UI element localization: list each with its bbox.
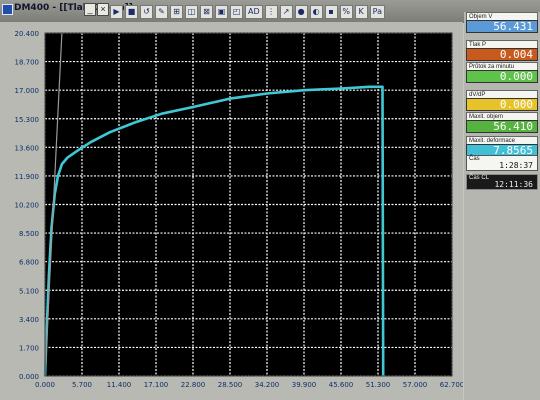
y-tick-label: 11.900 [15, 173, 40, 181]
x-tick-label: 34.200 [255, 381, 280, 389]
x-tick-label: 45.600 [329, 381, 354, 389]
x-tick-label: 28.500 [218, 381, 243, 389]
pressure-volume-chart: 0.000 1.700 3.400 5.100 6.800 8.500 10.200 11.9… [15, 30, 464, 389]
y-tick-label: 0.000 [19, 373, 39, 381]
toolbar-button-15[interactable]: % [339, 4, 353, 19]
readout-label: Maxit. deformace [466, 136, 538, 144]
toolbar-button-7[interactable]: ▣ [215, 4, 228, 19]
readout-value: 0.004 [466, 48, 538, 61]
readout-5: Maxit. deformace 7.8565 [466, 136, 538, 157]
time-box-1: Čas CL 12:11:36 [466, 174, 538, 190]
time-label: Čas [469, 156, 480, 162]
x-tick-label: 22.800 [181, 381, 206, 389]
y-tick-label: 10.200 [15, 202, 40, 210]
toolbar-button-4[interactable]: ⊞ [170, 4, 183, 19]
time-label: Čas CL [469, 175, 490, 181]
window-titlebar: DM400 - [[Tlak/Objem]] _ × ▶ ■ ↺ ✎ ⊞ ◫ ⊠ ▣ ◰ AD ⋮ ↗… [0, 0, 540, 23]
toolbar-button-6[interactable]: ⊠ [200, 4, 213, 19]
readout-panel: Objem V 56.431 Tlak P 0.004 Průtok za minutu… [464, 12, 540, 400]
toolbar-button-2[interactable]: ↺ [140, 4, 153, 19]
x-tick-label: 62.700 [440, 381, 463, 389]
x-tick-label: 5.700 [72, 381, 92, 389]
x-tick-label: 11.400 [107, 381, 132, 389]
readout-3: dV/dP 0.000 [466, 90, 538, 111]
y-tick-label: 15.300 [15, 116, 40, 124]
readout-1: Tlak P 0.004 [466, 40, 538, 61]
toolbar-button-0[interactable]: ▶ [110, 4, 123, 19]
y-tick-label: 5.100 [19, 287, 39, 295]
time-value: 1:28:37 [499, 161, 533, 170]
x-tick-label: 0.000 [35, 381, 55, 389]
minimize-button[interactable]: _ [84, 3, 96, 16]
chart-area: 0.000 1.700 3.400 5.100 6.800 8.500 10.200 11.9… [0, 22, 463, 400]
y-tick-label: 3.400 [19, 316, 39, 324]
readout-value: 56.410 [466, 120, 538, 133]
y-tick-label: 18.700 [15, 59, 40, 67]
close-button[interactable]: × [97, 3, 109, 16]
readout-value: 0.000 [466, 98, 538, 111]
y-tick-label: 17.000 [15, 87, 40, 95]
readout-label: dV/dP [466, 90, 538, 98]
readout-0: Objem V 56.431 [466, 12, 538, 33]
readout-4: Maxit. objem 56.410 [466, 112, 538, 133]
x-tick-label: 39.900 [292, 381, 317, 389]
y-tick-label: 20.400 [15, 30, 40, 38]
toolbar-button-12[interactable]: ● [294, 4, 308, 19]
y-tick-label: 13.600 [15, 144, 40, 152]
toolbar-button-3[interactable]: ✎ [155, 4, 168, 19]
toolbar-button-16[interactable]: K [354, 4, 368, 19]
readout-label: Průtok za minutu [466, 62, 538, 70]
readout-label: Maxit. objem [466, 112, 538, 120]
app-icon [2, 4, 13, 15]
x-tick-label: 17.100 [144, 381, 169, 389]
x-tick-label: 57.000 [403, 381, 428, 389]
toolbar-button-8[interactable]: ◰ [230, 4, 243, 19]
toolbar-button-5[interactable]: ◫ [185, 4, 198, 19]
time-box-0: Čas 1:28:37 [466, 155, 538, 171]
readout-value: 0.000 [466, 70, 538, 83]
toolbar: ▶ ■ ↺ ✎ ⊞ ◫ ⊠ ▣ ◰ AD ⋮ ↗ ● ◐ ▪% K Pa [110, 3, 450, 20]
x-tick-label: 51.300 [366, 381, 391, 389]
readout-value: 56.431 [466, 20, 538, 33]
toolbar-button-9[interactable]: AD [245, 4, 263, 19]
toolbar-button-10[interactable]: ⋮ [264, 4, 278, 19]
toolbar-button-13[interactable]: ◐ [309, 4, 323, 19]
readout-label: Tlak P [466, 40, 538, 48]
time-value: 12:11:36 [494, 180, 533, 189]
toolbar-button-17[interactable]: Pa [369, 4, 386, 19]
y-tick-label: 8.500 [19, 230, 39, 238]
y-tick-label: 1.700 [19, 344, 39, 352]
y-tick-label: 6.800 [19, 259, 39, 267]
toolbar-button-11[interactable]: ↗ [279, 4, 293, 19]
readout-2: Průtok za minutu 0.000 [466, 62, 538, 83]
readout-label: Objem V [466, 12, 538, 20]
toolbar-button-1[interactable]: ■ [125, 4, 138, 19]
toolbar-button-14[interactable]: ▪ [324, 4, 338, 19]
